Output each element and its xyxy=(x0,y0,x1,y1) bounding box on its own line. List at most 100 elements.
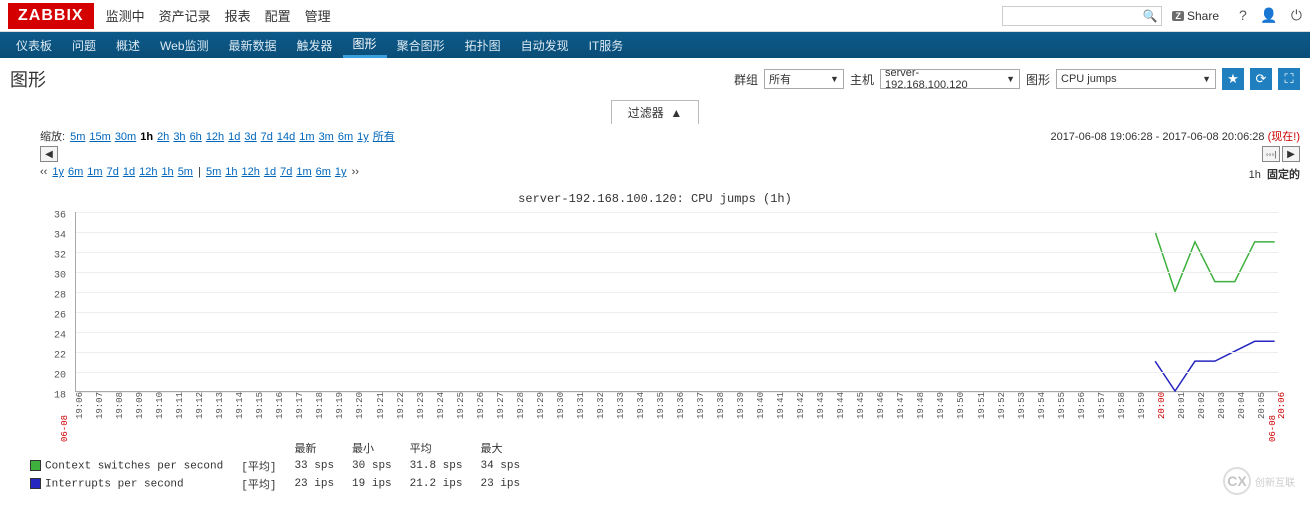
topnav-item[interactable]: 配置 xyxy=(265,6,291,25)
x-tick: 19:51 xyxy=(977,392,987,419)
subnav-item[interactable]: 自动发现 xyxy=(511,32,579,58)
filters: 群组 所有 主机 server-192.168.100.120 图形 CPU j… xyxy=(734,68,1300,90)
graph-select[interactable]: CPU jumps xyxy=(1056,69,1216,89)
x-tick: 19:22 xyxy=(396,392,406,419)
user-icon[interactable]: 👤 xyxy=(1260,7,1277,23)
legend-cell: [平均] xyxy=(233,476,284,492)
chart-area[interactable]: 18202224262830323436 xyxy=(75,212,1278,392)
x-tick: 19:27 xyxy=(496,392,506,419)
help-icon[interactable]: ? xyxy=(1239,7,1247,23)
topnav-item[interactable]: 管理 xyxy=(305,6,331,25)
topnav-item[interactable]: 监测中 xyxy=(106,6,145,25)
nav-link[interactable]: 6m xyxy=(316,166,331,178)
legend-header-cell: 最大 xyxy=(472,440,528,456)
watermark-text: 创新互联 xyxy=(1255,474,1295,489)
x-tick: 19:33 xyxy=(616,392,626,419)
group-select[interactable]: 所有 xyxy=(764,69,844,89)
nav-link[interactable]: 5m xyxy=(178,166,193,178)
nav-left-arrows[interactable]: ‹‹ xyxy=(40,166,50,178)
chevron-up-icon: ▲ xyxy=(670,106,682,120)
zoom-link[interactable]: 6m xyxy=(338,131,353,143)
nav-row: ‹‹ 1y6m1m7d1d12h1h5m | 5m1h12h1d7d1m6m1y… xyxy=(0,164,1310,182)
nav-right-arrows[interactable]: ›› xyxy=(349,166,359,178)
zoom-link[interactable]: 7d xyxy=(261,131,273,143)
nav-link[interactable]: 1d xyxy=(264,166,276,178)
nav-link[interactable]: 1d xyxy=(123,166,135,178)
subnav-item[interactable]: 概述 xyxy=(106,32,150,58)
subnav-item[interactable]: 问题 xyxy=(62,32,106,58)
topnav-item[interactable]: 报表 xyxy=(225,6,251,25)
nav-link[interactable]: 1h xyxy=(161,166,173,178)
legend-header-cell: 最新 xyxy=(286,440,342,456)
fullscreen-button[interactable]: ⛶ xyxy=(1278,68,1300,90)
subnav-item[interactable]: 聚合图形 xyxy=(387,32,455,58)
zoom-link[interactable]: 2h xyxy=(157,131,169,143)
nav-link[interactable]: 1y xyxy=(335,166,347,178)
x-tick: 19:25 xyxy=(456,392,466,419)
zoom-link[interactable]: 1y xyxy=(357,131,369,143)
filter-label: 过滤器 xyxy=(628,106,664,120)
zoom-link[interactable]: 6h xyxy=(190,131,202,143)
zoom-link[interactable]: 15m xyxy=(89,131,110,143)
subnav-item[interactable]: 最新数据 xyxy=(219,32,287,58)
legend-row: Interrupts per second[平均]23 ips19 ips21.… xyxy=(22,476,528,492)
x-tick: 19:26 xyxy=(476,392,486,419)
legend-header-row: 最新最小平均最大 xyxy=(22,440,528,456)
nav-link[interactable]: 5m xyxy=(206,166,221,178)
zoom-link[interactable]: 3h xyxy=(173,131,185,143)
nav-link[interactable]: 1h xyxy=(225,166,237,178)
sub-nav: 仪表板问题概述Web监测最新数据触发器图形聚合图形拓扑图自动发现IT服务 xyxy=(0,32,1310,58)
group-label: 群组 xyxy=(734,71,758,88)
favorite-button[interactable]: ★ xyxy=(1222,68,1244,90)
nav-link[interactable]: 1m xyxy=(87,166,102,178)
nav-link[interactable]: 6m xyxy=(68,166,83,178)
subnav-item[interactable]: 仪表板 xyxy=(6,32,62,58)
zoom-link[interactable]: 3d xyxy=(244,131,256,143)
share-label: Share xyxy=(1187,9,1219,23)
nav-link[interactable]: 7d xyxy=(280,166,292,178)
legend-name: Context switches per second xyxy=(22,458,231,474)
zoom-link[interactable]: 1m xyxy=(299,131,314,143)
nav-link[interactable]: 7d xyxy=(107,166,119,178)
zoom-link[interactable]: 1h xyxy=(140,131,153,143)
y-tick: 26 xyxy=(54,311,66,322)
x-tick: 19:21 xyxy=(376,392,386,419)
x-tick: 19:46 xyxy=(876,392,886,419)
zoom-link[interactable]: 5m xyxy=(70,131,85,143)
subnav-item[interactable]: Web监测 xyxy=(150,32,218,58)
next-arrow[interactable]: ▶ xyxy=(1282,146,1300,162)
zoom-link[interactable]: 3m xyxy=(319,131,334,143)
nav-link[interactable]: 12h xyxy=(139,166,157,178)
gridline xyxy=(76,252,1278,253)
x-ticks: 19:0619:0719:0819:0919:1019:1119:1219:13… xyxy=(75,392,1278,432)
zoom-link[interactable]: 12h xyxy=(206,131,224,143)
gridline xyxy=(76,312,1278,313)
subnav-item[interactable]: 图形 xyxy=(343,32,387,58)
zoom-link[interactable]: 1d xyxy=(228,131,240,143)
dots-button[interactable]: ◦◦◦| xyxy=(1262,146,1280,162)
search-input[interactable]: 🔍 xyxy=(1002,6,1162,26)
refresh-button[interactable]: ⟳ xyxy=(1250,68,1272,90)
host-select[interactable]: server-192.168.100.120 xyxy=(880,69,1020,89)
zoom-link[interactable]: 30m xyxy=(115,131,136,143)
nav-link[interactable]: 1y xyxy=(52,166,64,178)
prev-arrow[interactable]: ◀ xyxy=(40,146,58,162)
graph-label: 图形 xyxy=(1026,71,1050,88)
filter-toggle[interactable]: 过滤器 ▲ xyxy=(611,100,700,124)
nav-link[interactable]: 12h xyxy=(241,166,259,178)
watermark-logo-icon: CX xyxy=(1223,467,1251,495)
x-tick: 19:28 xyxy=(516,392,526,419)
x-tick: 19:55 xyxy=(1057,392,1067,419)
x-tick: 19:43 xyxy=(816,392,826,419)
subnav-item[interactable]: IT服务 xyxy=(579,32,634,58)
subnav-item[interactable]: 拓扑图 xyxy=(455,32,511,58)
zoom-link[interactable]: 14d xyxy=(277,131,295,143)
share-button[interactable]: Z Share xyxy=(1172,9,1219,23)
zoom-link[interactable]: 所有 xyxy=(373,131,395,143)
subnav-item[interactable]: 触发器 xyxy=(287,32,343,58)
logout-icon[interactable]: ⏻ xyxy=(1291,7,1302,23)
top-nav: 监测中资产记录报表配置管理 xyxy=(106,6,331,25)
topnav-item[interactable]: 资产记录 xyxy=(159,6,211,25)
y-tick: 28 xyxy=(54,291,66,302)
nav-link[interactable]: 1m xyxy=(296,166,311,178)
